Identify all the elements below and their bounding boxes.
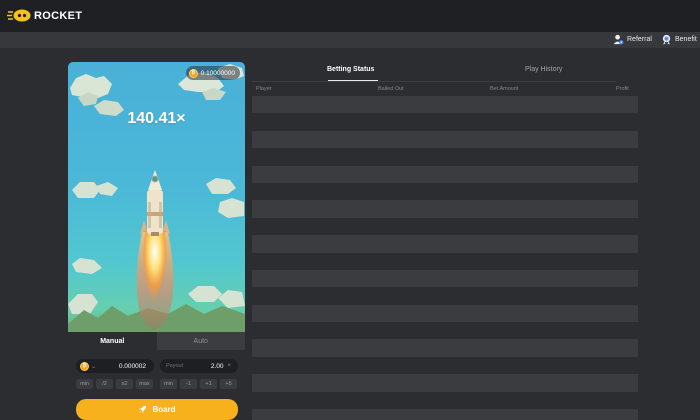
tabs-divider xyxy=(252,81,616,82)
bet-amount-value: 0.000002 xyxy=(118,362,146,370)
column-player: Player xyxy=(256,86,272,92)
bet-amount-field[interactable]: ₿ ⌄ 0.000002 xyxy=(76,359,154,373)
coin-icon: ₿ xyxy=(188,68,198,78)
table-row xyxy=(252,182,638,201)
table-row xyxy=(252,96,638,114)
sub-bar: Referral Benefit xyxy=(0,32,700,48)
table-row xyxy=(252,113,638,131)
board-button[interactable]: Board xyxy=(76,399,238,420)
tab-play-history[interactable]: Play History xyxy=(525,66,562,73)
status-tabs: Betting Status Play History xyxy=(252,63,616,82)
rocket-icon xyxy=(140,170,170,236)
payout-field[interactable]: Payout 2.00 × xyxy=(160,359,238,373)
table-row xyxy=(252,235,638,253)
table-row xyxy=(252,252,638,270)
payout-plus-one-button[interactable]: +1 xyxy=(200,379,217,389)
amount-max-button[interactable]: max xyxy=(136,379,153,389)
table-row xyxy=(252,391,638,410)
balance-display: ₿ 0.10000000 xyxy=(185,66,240,80)
payout-plus-five-button[interactable]: +5 xyxy=(220,379,237,389)
table-row xyxy=(252,356,638,375)
payout-value: 2.00 xyxy=(210,362,224,370)
table-row xyxy=(252,322,638,340)
game-scene xyxy=(68,64,245,332)
column-bailed-out: Bailed Out xyxy=(378,86,404,92)
rocket-icon xyxy=(139,405,147,414)
column-bet-amount: Bet Amount xyxy=(490,86,519,92)
table-row xyxy=(252,339,638,357)
table-row xyxy=(252,200,638,218)
referral-link[interactable]: Referral xyxy=(613,34,652,45)
table-row xyxy=(252,130,638,149)
benefit-link[interactable]: Benefit xyxy=(661,34,697,45)
table-row xyxy=(252,409,638,420)
benefit-icon xyxy=(662,34,671,45)
column-profit: Profit xyxy=(616,86,629,92)
multiplier-display: 140.41× xyxy=(127,110,186,127)
amount-half-button[interactable]: /2 xyxy=(96,379,113,389)
table-row xyxy=(252,304,638,323)
table-row xyxy=(252,148,638,166)
benefit-label: Benefit xyxy=(675,36,697,43)
referral-label: Referral xyxy=(627,36,652,43)
clear-icon[interactable]: × xyxy=(227,363,231,369)
table-row xyxy=(252,287,638,305)
payout-min-button[interactable]: min xyxy=(160,379,177,389)
payout-label: Payout xyxy=(166,363,184,369)
amount-double-button[interactable]: x2 xyxy=(116,379,133,389)
bet-controls: ₿ ⌄ 0.000002 Payout 2.00 × min /2 x2 max… xyxy=(68,350,245,420)
bet-mode-tabs: Manual Auto xyxy=(68,332,245,350)
tab-manual[interactable]: Manual xyxy=(68,332,157,350)
table-row xyxy=(252,165,638,183)
top-bar: ROCKET xyxy=(0,0,700,32)
rocket-logo-icon xyxy=(7,9,31,22)
tab-betting-status[interactable]: Betting Status xyxy=(327,66,374,73)
table-row xyxy=(252,269,638,288)
referral-icon xyxy=(613,34,624,45)
betting-table: Player Bailed Out Bet Amount Profit xyxy=(252,84,638,420)
amount-min-button[interactable]: min xyxy=(76,379,93,389)
coin-icon: ₿ xyxy=(80,361,89,371)
tab-auto[interactable]: Auto xyxy=(156,332,245,350)
rocket-logo[interactable]: ROCKET xyxy=(7,9,82,22)
game-canvas: ₿ 0.10000000 140.41× xyxy=(68,62,245,332)
board-label: Board xyxy=(152,405,176,414)
chevron-down-icon[interactable]: ⌄ xyxy=(91,363,96,370)
logo-text: ROCKET xyxy=(34,9,83,22)
table-row xyxy=(252,374,638,392)
table-header: Player Bailed Out Bet Amount Profit xyxy=(252,84,638,96)
payout-minus-one-button[interactable]: -1 xyxy=(180,379,197,389)
table-row xyxy=(252,217,638,236)
balance-value: 0.10000000 xyxy=(200,69,235,77)
